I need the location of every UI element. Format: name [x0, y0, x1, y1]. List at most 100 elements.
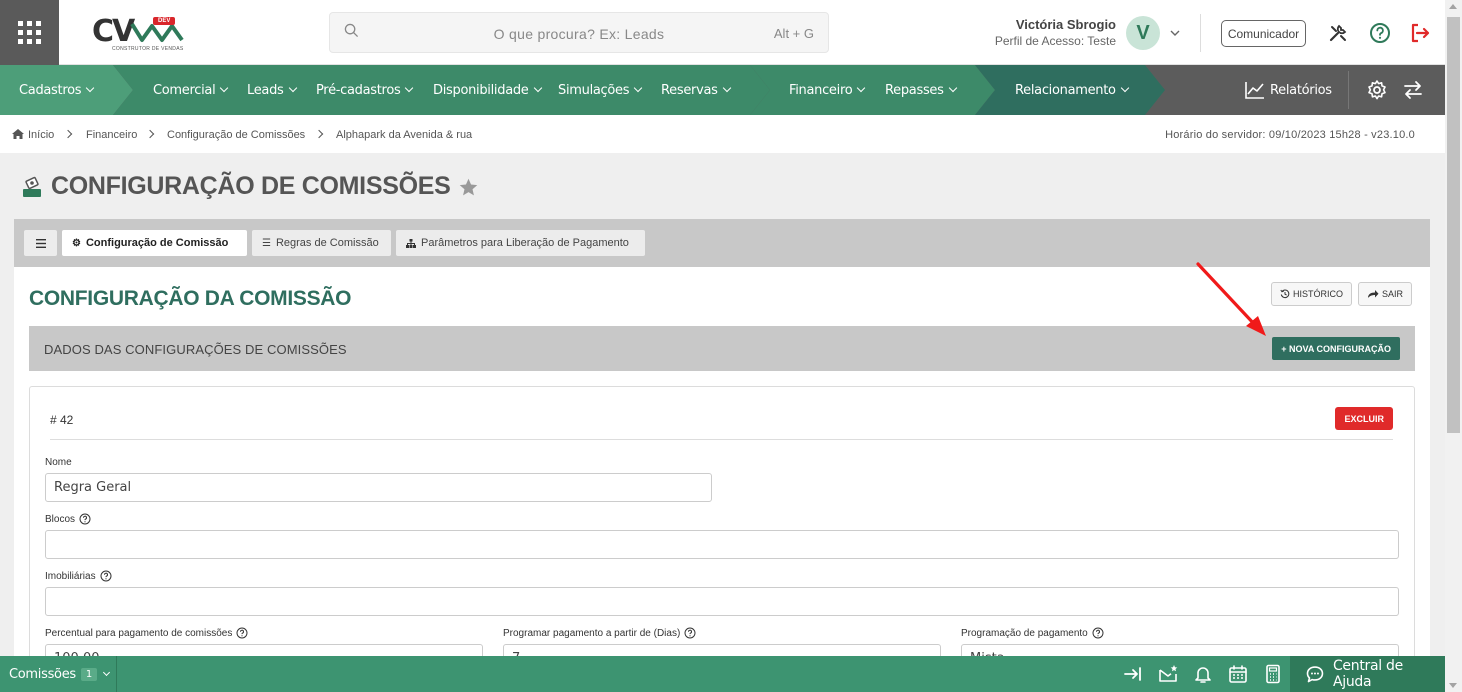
percent-label: Percentual para pagamento de comissões	[45, 627, 248, 639]
calculator-icon[interactable]	[1263, 664, 1283, 684]
arrow-to-right-icon[interactable]	[1123, 664, 1143, 684]
main-nav: Cadastros Comercial Leads Pré-cadastros …	[0, 65, 1445, 115]
star-icon[interactable]	[458, 177, 479, 198]
breadcrumb-inicio[interactable]: Início	[28, 129, 54, 141]
breadcrumb-financeiro[interactable]: Financeiro	[86, 129, 137, 141]
history-icon	[1280, 289, 1290, 299]
name-label: Nome	[45, 457, 72, 468]
chevron-down-icon	[722, 83, 731, 93]
logo-text: CV	[92, 14, 135, 49]
chevron-right-icon	[314, 129, 324, 139]
commissions-tab[interactable]: Comissões 1	[0, 656, 117, 692]
search-placeholder: O que procura? Ex: Leads	[493, 26, 665, 42]
bottom-bar: Comissões 1 Central de Ajuda	[0, 656, 1445, 692]
mail-star-icon[interactable]	[1158, 664, 1178, 684]
tab-regras-comissao[interactable]: ☰ Regras de Comissão	[252, 230, 391, 256]
scrollbar[interactable]	[1445, 0, 1462, 692]
help-circle-icon[interactable]	[684, 627, 696, 639]
data-section-title: DADOS DAS CONFIGURAÇÕES DE COMISSÕES	[44, 342, 347, 357]
schedule-label: Programação de pagamento	[961, 627, 1104, 639]
bell-icon[interactable]	[1193, 664, 1213, 684]
sitemap-icon	[406, 238, 416, 248]
search-box[interactable]: O que procura? Ex: Leads Alt + G	[329, 12, 829, 53]
nav-repasses[interactable]: Repasses	[885, 65, 957, 115]
nav-relatorios[interactable]: Relatórios	[1245, 65, 1332, 115]
help-circle-icon[interactable]	[79, 513, 91, 525]
server-time: Horário do servidor: 09/10/2023 15h28 - …	[1165, 129, 1415, 141]
schedule-days-label: Programar pagamento a partir de (Dias)	[503, 627, 696, 639]
search-shortcut: Alt + G	[773, 26, 814, 41]
logo[interactable]: CV DEV CONSTRUTOR DE VENDAS	[92, 12, 192, 54]
user-info[interactable]: Victória Sbrogio Perfil de Acesso: Teste	[995, 17, 1116, 48]
nav-divider	[1348, 71, 1349, 109]
chevron-down-icon	[857, 83, 866, 93]
calendar-icon[interactable]	[1228, 664, 1248, 684]
hamburger-icon	[35, 238, 46, 248]
logout-icon[interactable]	[1409, 22, 1431, 44]
delete-button[interactable]: EXCLUIR	[1335, 407, 1393, 430]
breadcrumb-configuracao[interactable]: Configuração de Comissões	[167, 129, 305, 141]
nav-financeiro[interactable]: Financeiro	[789, 65, 866, 115]
nav-leads[interactable]: Leads	[247, 65, 297, 115]
breadcrumb-empreendimento: Alphapark da Avenida & rua	[336, 129, 473, 141]
chevron-down-icon	[405, 83, 414, 93]
chevron-down-icon	[948, 83, 957, 93]
nav-disponibilidade[interactable]: Disponibilidade	[433, 65, 542, 115]
nav-pre-cadastros[interactable]: Pré-cadastros	[316, 65, 414, 115]
chevron-down-icon[interactable]	[1169, 27, 1181, 39]
chevron-down-icon	[85, 83, 95, 93]
help-circle-icon[interactable]	[236, 627, 248, 639]
nav-comercial[interactable]: Comercial	[153, 65, 229, 115]
scroll-up-arrow-icon[interactable]	[1449, 4, 1457, 9]
nav-reservas[interactable]: Reservas	[661, 65, 731, 115]
chevron-right-icon	[145, 129, 155, 139]
chevron-down-icon	[220, 83, 229, 93]
chevron-down-icon	[1120, 83, 1129, 93]
swap-arrows-icon[interactable]	[1402, 79, 1424, 101]
blocks-field[interactable]	[45, 530, 1399, 559]
logo-subtitle: CONSTRUTOR DE VENDAS	[112, 46, 184, 52]
chevron-down-icon	[288, 83, 297, 93]
exit-button[interactable]: SAIR	[1358, 282, 1413, 306]
section-title: CONFIGURAÇÃO DA COMISSÃO	[29, 287, 352, 310]
agencies-field[interactable]	[45, 587, 1399, 616]
new-config-button[interactable]: + NOVA CONFIGURAÇÃO	[1272, 337, 1400, 360]
communicator-button[interactable]: Comunicador	[1221, 20, 1306, 47]
chevron-down-icon	[102, 668, 110, 677]
config-card: # 42 EXCLUIR Nome Regra Geral Blocos Imo…	[29, 386, 1415, 676]
list-icon: ☰	[262, 237, 271, 249]
apps-grid-icon	[18, 21, 41, 44]
scroll-thumb[interactable]	[1447, 17, 1460, 433]
chevron-down-icon	[633, 83, 643, 93]
commissions-count: 1	[80, 667, 97, 681]
help-circle-icon[interactable]	[1092, 627, 1104, 639]
tabs-menu-button[interactable]	[24, 230, 57, 256]
home-icon[interactable]	[11, 128, 25, 140]
chevron-right-icon	[63, 129, 73, 139]
page-title: CONFIGURAÇÃO DE COMISSÕES	[51, 172, 451, 200]
scroll-down-arrow-icon[interactable]	[1449, 683, 1457, 688]
help-center-button[interactable]: Central de Ajuda	[1290, 656, 1445, 692]
tools-icon[interactable]	[1327, 22, 1349, 44]
header-divider	[1200, 14, 1201, 52]
help-circle-icon[interactable]	[100, 570, 112, 582]
share-arrow-icon	[1368, 290, 1379, 298]
config-id: # 42	[50, 413, 74, 427]
gear-icon[interactable]	[1366, 79, 1388, 101]
cog-icon: ⚙	[72, 237, 81, 249]
card-divider	[50, 439, 1393, 440]
commission-icon	[23, 176, 41, 197]
name-field[interactable]: Regra Geral	[45, 473, 712, 502]
avatar[interactable]: V	[1126, 16, 1160, 50]
nav-simulacoes[interactable]: Simulações	[558, 65, 643, 115]
tab-parametros-liberacao[interactable]: Parâmetros para Liberação de Pagamento	[396, 230, 645, 256]
nav-cadastros[interactable]: Cadastros	[19, 65, 95, 115]
history-button[interactable]: HISTÓRICO	[1271, 282, 1353, 306]
annotation-arrow-icon	[1196, 262, 1266, 336]
user-name: Victória Sbrogio	[1015, 17, 1116, 32]
nav-relacionamento[interactable]: Relacionamento	[1015, 65, 1129, 115]
tab-configuracao-comissao[interactable]: ⚙ Configuração de Comissão	[62, 230, 247, 256]
help-circle-icon[interactable]	[1369, 22, 1391, 44]
agencies-label: Imobiliárias	[45, 570, 112, 582]
apps-menu-button[interactable]	[0, 0, 59, 65]
